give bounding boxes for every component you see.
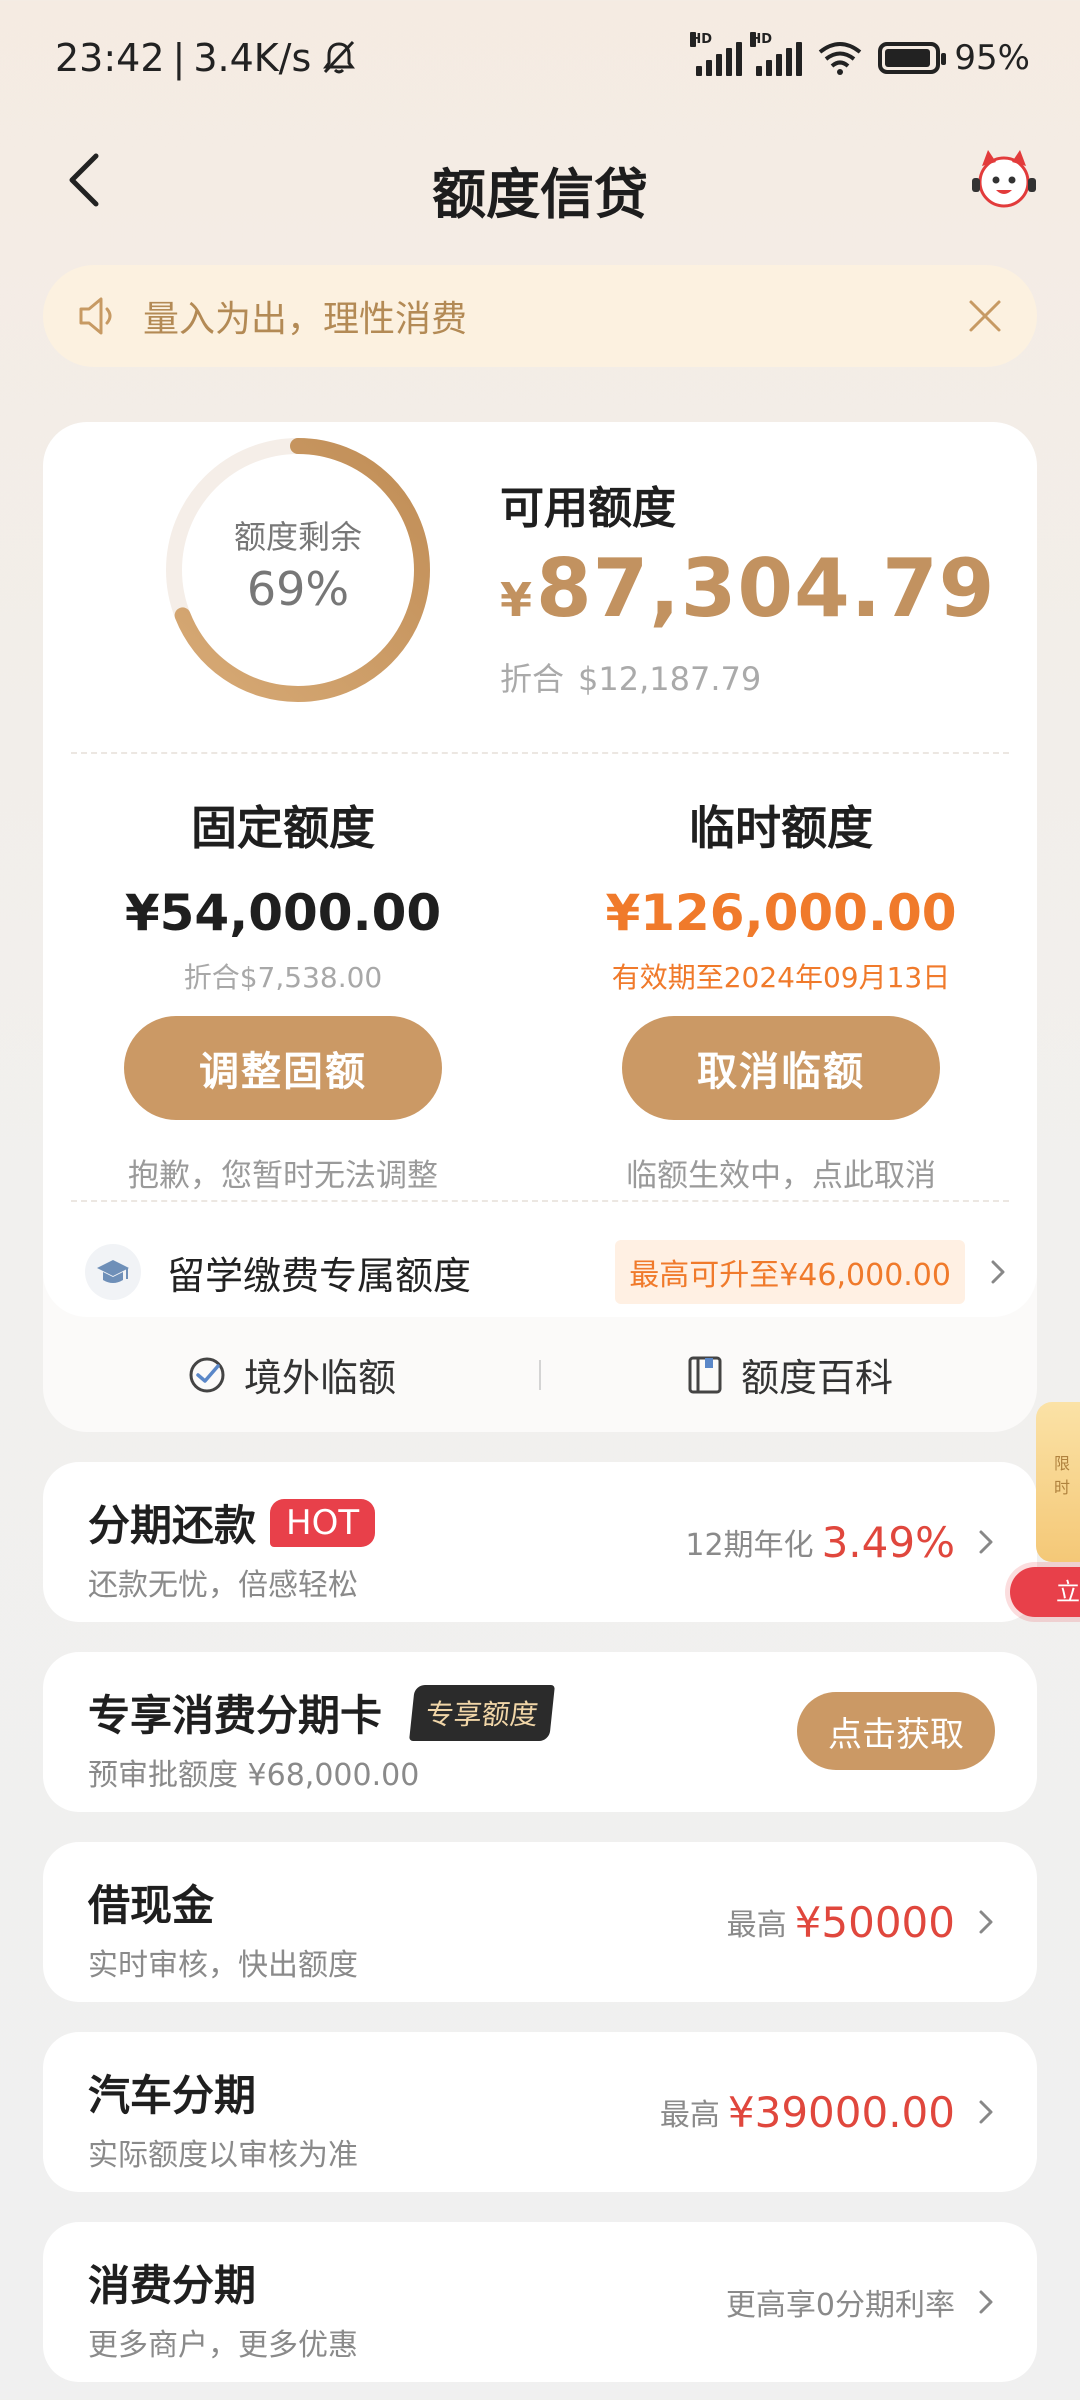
installment-repay-term: 12期年化 <box>685 1528 814 1563</box>
exclusive-installment-card[interactable]: 专享消费分期卡 专享额度 预审批额度 ¥68,000.00 点击获取 <box>43 1652 1037 1812</box>
credit-encyclopedia-link[interactable]: 额度百科 <box>541 1347 1037 1402</box>
hot-badge: HOT <box>270 1498 376 1547</box>
study-abroad-label: 留学缴费专属额度 <box>167 1253 472 1298</box>
consumer-installment-promo: 更高享0分期利率 <box>725 2288 955 2323</box>
notice-text: 量入为出，理性消费 <box>143 299 468 340</box>
consumer-installment-card[interactable]: 消费分期 更多商户，更多优惠 更高享0分期利率 <box>43 2222 1037 2382</box>
fixed-credit-usd: 折合$7,538.00 <box>183 961 383 994</box>
overseas-temp-link[interactable]: 境外临额 <box>43 1347 539 1402</box>
header: 额度信贷 <box>0 130 1080 230</box>
status-time: 23:42 <box>55 36 165 80</box>
status-net-speed: 3.4K/s <box>193 36 312 80</box>
temporary-credit-amount: ¥126,000.00 <box>605 884 957 942</box>
cash-loan-title: 借现金 <box>88 1881 215 1930</box>
ring-percent: 69% <box>246 562 350 616</box>
credit-encyclopedia-label: 额度百科 <box>740 1356 893 1400</box>
installment-repay-card[interactable]: 分期还款 HOT 还款无忧，倍感轻松 12期年化 3.49% <box>43 1462 1037 1622</box>
chevron-right-icon <box>979 1530 993 1554</box>
chevron-right-icon <box>979 2100 993 2124</box>
mascot-icon[interactable] <box>968 144 1040 216</box>
overseas-temp-label: 境外临额 <box>243 1356 396 1400</box>
chevron-right-icon <box>991 1260 1005 1284</box>
available-label: 可用额度 <box>500 483 676 534</box>
signal-2-icon: HD <box>750 32 803 76</box>
study-abroad-credit-row[interactable]: 留学缴费专属额度 最高可升至¥46,000.00 <box>43 1227 1037 1317</box>
temporary-credit-expiry: 有效期至2024年09月13日 <box>611 961 951 994</box>
cash-loan-max-label: 最高 <box>726 1908 787 1943</box>
battery-icon <box>878 42 947 74</box>
cash-loan-sub: 实时审核，快出额度 <box>88 1948 358 1983</box>
car-installment-sub: 实际额度以审核为准 <box>88 2138 358 2173</box>
installment-repay-rate: 3.49% <box>821 1517 955 1567</box>
fixed-credit-title: 固定额度 <box>191 801 375 855</box>
graduation-cap-icon <box>85 1244 141 1300</box>
bell-muted-icon <box>323 40 356 74</box>
status-bar: 23:42 | 3.4K/s HD HD 95% <box>0 0 1080 120</box>
cash-loan-max-value: ¥50000 <box>794 1897 955 1947</box>
fixed-credit: 固定额度 ¥54,000.00 折合$7,538.00 调整固额 抱歉，您暂时无… <box>73 792 493 1195</box>
credit-summary: 额度剩余 69% 可用额度 ¥ 87,304.79 折合 $12,187.79 固… <box>43 422 1037 1317</box>
ring-label: 额度剩余 <box>233 518 362 556</box>
floating-promo-button[interactable]: 立 <box>1010 1567 1080 1617</box>
fixed-credit-note[interactable]: 抱歉，您暂时无法调整 <box>73 1150 493 1195</box>
divider <box>71 752 1009 754</box>
status-divider: | <box>172 36 186 80</box>
divider <box>71 1200 1009 1202</box>
credit-links: 境外临额 额度百科 <box>43 1317 1037 1432</box>
signal-1-icon: HD <box>690 32 743 76</box>
usd-prefix: 折合 <box>500 660 565 698</box>
temporary-credit-title: 临时额度 <box>689 801 873 855</box>
installment-repay-title: 分期还款 <box>88 1501 257 1550</box>
available-usd: 折合 $12,187.79 <box>500 654 761 700</box>
floating-promo-tag: 限时 <box>1054 1454 1071 1497</box>
close-icon[interactable] <box>965 296 1005 336</box>
exclusive-installment-title: 专享消费分期卡 <box>88 1691 383 1740</box>
usd-amount: $12,187.79 <box>578 660 762 698</box>
credit-card: 额度剩余 69% 可用额度 ¥ 87,304.79 折合 $12,187.79 固… <box>43 422 1037 1432</box>
currency-symbol: ¥ <box>500 573 533 627</box>
chevron-right-icon <box>979 1910 993 1934</box>
installment-repay-sub: 还款无忧，倍感轻松 <box>88 1568 358 1603</box>
fixed-credit-amount: ¥54,000.00 <box>124 884 442 942</box>
floating-promo[interactable]: 限时 <box>1036 1402 1080 1572</box>
get-now-button[interactable]: 点击获取 <box>797 1692 995 1770</box>
car-installment-max-value: ¥39000.00 <box>727 2087 955 2137</box>
notice-banner: 量入为出，理性消费 <box>43 265 1037 367</box>
page-title: 额度信贷 <box>432 163 648 226</box>
book-icon <box>688 1356 722 1393</box>
available-amount-value: 87,304.79 <box>536 542 996 635</box>
consumer-installment-title: 消费分期 <box>88 2261 257 2310</box>
car-installment-card[interactable]: 汽车分期 实际额度以审核为准 最高 ¥39000.00 <box>43 2032 1037 2192</box>
study-abroad-badge: 最高可升至¥46,000.00 <box>615 1240 965 1304</box>
cancel-temporary-button[interactable]: 取消临额 <box>622 1016 940 1120</box>
speaker-icon <box>79 297 112 335</box>
battery-percent: 95% <box>954 38 1030 78</box>
car-installment-max-label: 最高 <box>659 2098 720 2133</box>
exclusive-badge: 专享额度 <box>409 1684 555 1741</box>
car-installment-title: 汽车分期 <box>88 2071 257 2120</box>
cash-loan-card[interactable]: 借现金 实时审核，快出额度 最高 ¥50000 <box>43 1842 1037 2002</box>
exclusive-installment-sub: 预审批额度 ¥68,000.00 <box>88 1758 420 1793</box>
available-amount: ¥ 87,304.79 <box>500 542 995 635</box>
temporary-credit: 临时额度 ¥126,000.00 有效期至2024年09月13日 取消临额 临额… <box>571 792 991 1195</box>
wifi-icon <box>819 42 862 75</box>
temporary-credit-note[interactable]: 临额生效中，点此取消 <box>571 1150 991 1195</box>
consumer-installment-sub: 更多商户，更多优惠 <box>88 2328 358 2363</box>
adjust-fixed-button[interactable]: 调整固额 <box>124 1016 442 1120</box>
chevron-right-icon <box>979 2290 993 2314</box>
overseas-icon <box>189 1357 225 1392</box>
